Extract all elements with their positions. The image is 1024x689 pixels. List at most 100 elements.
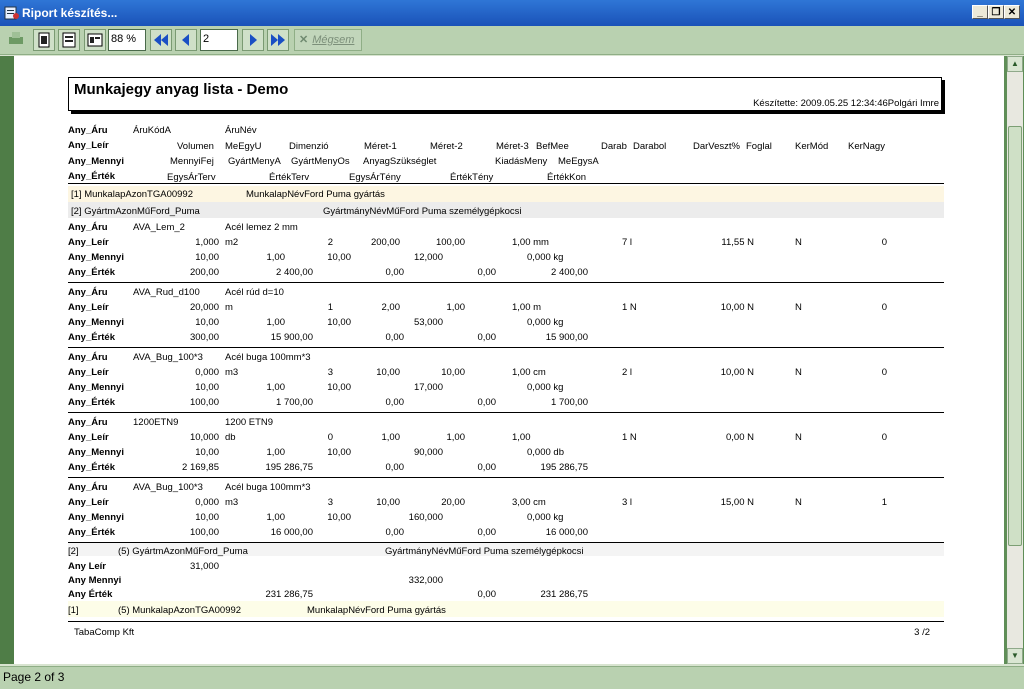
header-leir-column: Méret-2	[430, 141, 463, 152]
header-label: Any_Áru	[68, 125, 108, 136]
group2-id: [2] GyártmAzonMűFord_Puma	[71, 206, 200, 217]
item-meret2: 10,00	[441, 367, 465, 378]
item-kernagy: 1	[881, 497, 887, 508]
item-darab: 2 l	[622, 367, 633, 378]
item-label-aru: Any_Áru	[68, 352, 108, 363]
header-mennyi-column: KiadásMeny	[495, 156, 548, 167]
item-meret3: 1,00 mm	[512, 237, 549, 248]
item-code: 1200ETN9	[133, 417, 179, 428]
item-separator	[68, 477, 944, 478]
item-meret2: 100,00	[435, 237, 465, 248]
header-mennyi-column: GyártMenyOs	[291, 156, 350, 167]
item-kiadas: 0,000 kg	[527, 317, 564, 328]
sum2-leir-value: 31,000	[189, 561, 219, 572]
sum2-ertek-label: Any Érték	[68, 589, 113, 600]
item-meret3: 1,00	[512, 432, 531, 443]
printer-icon	[9, 32, 23, 44]
header-mennyi-column: AnyagSzükséglet	[363, 156, 437, 167]
item-ertek-kon: 1 700,00	[551, 397, 588, 408]
item-szukseglet: 90,000	[413, 447, 443, 458]
page-width-icon	[62, 32, 76, 48]
item-volumen: 1,000	[195, 237, 219, 248]
item-volumen: 0,000	[195, 367, 219, 378]
left-arrow-icon	[182, 34, 189, 46]
sum2-ertek-kon: 231 286,75	[540, 589, 588, 600]
close-button[interactable]: ✕	[1004, 5, 1020, 19]
app-icon	[4, 6, 19, 20]
item-kiadas: 0,000 kg	[527, 382, 564, 393]
scroll-up-arrow-icon[interactable]: ▲	[1007, 56, 1023, 72]
item-szukseglet: 12,000	[413, 252, 443, 263]
item-code: AVA_Rud_d100	[133, 287, 200, 298]
print-button[interactable]	[6, 29, 28, 51]
last-page-button[interactable]	[267, 29, 289, 51]
header-leir-column: Méret-1	[364, 141, 397, 152]
header-mennyi-column: GyártMenyA	[228, 156, 281, 167]
zoom-field[interactable]: 88 %	[108, 29, 146, 51]
double-right-arrow-icon	[271, 34, 285, 46]
item-kernagy: 0	[881, 367, 887, 378]
page-width-button[interactable]	[58, 29, 80, 51]
next-page-button[interactable]	[242, 29, 264, 51]
item-separator	[68, 282, 944, 283]
header-label: Any_Érték	[68, 171, 115, 182]
page-gutter	[0, 56, 14, 664]
window-title: Riport készítés...	[22, 6, 118, 20]
prev-page-button[interactable]	[175, 29, 197, 51]
item-ertek-kon: 16 000,00	[545, 527, 588, 538]
page-status: Page 2 of 3	[3, 670, 65, 684]
maximize-button[interactable]: ❐	[988, 5, 1004, 19]
item-szukseglet: 17,000	[413, 382, 443, 393]
sum2-prefix: [2]	[68, 546, 79, 557]
item-szukseglet: 160,000	[408, 512, 443, 523]
item-label-aru: Any_Áru	[68, 222, 108, 233]
item-kernagy: 0	[881, 302, 887, 313]
multi-page-button[interactable]	[84, 29, 106, 51]
item-code: AVA_Bug_100*3	[133, 352, 203, 363]
cancel-button[interactable]: ✕ Mégsem	[294, 29, 362, 51]
item-kernagy: 0	[881, 237, 887, 248]
report-creation-stamp: Készítette: 2009.05.25 12:34:46Polgári I…	[753, 98, 939, 109]
item-name: Acél lemez 2 mm	[225, 222, 298, 233]
header-leir-column: KerMód	[795, 141, 829, 152]
first-page-button[interactable]	[150, 29, 172, 51]
scroll-thumb[interactable]	[1008, 126, 1022, 546]
sum2-mennyi-label: Any Mennyi	[68, 575, 122, 586]
group2-name: GyártmányNévMűFord Puma személygépkocsi	[323, 206, 522, 217]
page-number-field[interactable]: 2	[200, 29, 238, 51]
sum2-ertek-terv: 231 286,75	[265, 589, 313, 600]
header-ertek-column: ÉrtékTény	[450, 172, 494, 183]
toolbar: 88 % 2 ✕ Mégsem	[0, 26, 1024, 55]
item-darveszt: 15,00 N	[720, 497, 754, 508]
item-label-aru: Any_Áru	[68, 287, 108, 298]
header-leir-column: Volumen	[177, 141, 214, 152]
group1-name: MunkalapNévFord Puma gyártás	[246, 189, 385, 200]
item-darab: 7 l	[622, 237, 633, 248]
footer-page: 3 /2	[914, 627, 930, 638]
header-leir-column: MeEgyU	[225, 141, 262, 152]
single-page-button[interactable]	[33, 29, 55, 51]
item-name: Acél rúd d=10	[225, 287, 284, 298]
sum2-id: (5) GyártmAzonMűFord_Puma	[118, 546, 248, 557]
header-leir-column: Méret-3	[496, 141, 529, 152]
header-leir-column: KerNagy	[848, 141, 885, 152]
item-meret3: 1,00 cm	[512, 367, 546, 378]
item-meret3: 1,00 m	[512, 302, 542, 313]
item-volumen: 10,000	[189, 432, 219, 443]
item-separator	[68, 347, 944, 348]
header-leir-column: BefMee	[536, 141, 569, 152]
vertical-scrollbar[interactable]: ▲ ▼	[1007, 56, 1023, 664]
header-ertek-column: ÉrtékTerv	[269, 172, 310, 183]
minimize-button[interactable]: _	[972, 5, 988, 19]
item-kiadas: 0,000 kg	[527, 252, 564, 263]
header-leir-column: Dimenzió	[289, 141, 329, 152]
item-ertek-kon: 15 900,00	[545, 332, 588, 343]
scroll-down-arrow-icon[interactable]: ▼	[1007, 648, 1023, 664]
footer-separator	[68, 621, 944, 622]
header-leir-column: Foglal	[746, 141, 772, 152]
group1-id: [1] MunkalapAzonTGA00992	[71, 189, 193, 200]
item-ertek-kon: 2 400,00	[551, 267, 588, 278]
header-aru-column: ÁruKódA	[133, 125, 172, 136]
header-label: Any_Leír	[68, 140, 109, 151]
item-darab: 3 l	[622, 497, 633, 508]
